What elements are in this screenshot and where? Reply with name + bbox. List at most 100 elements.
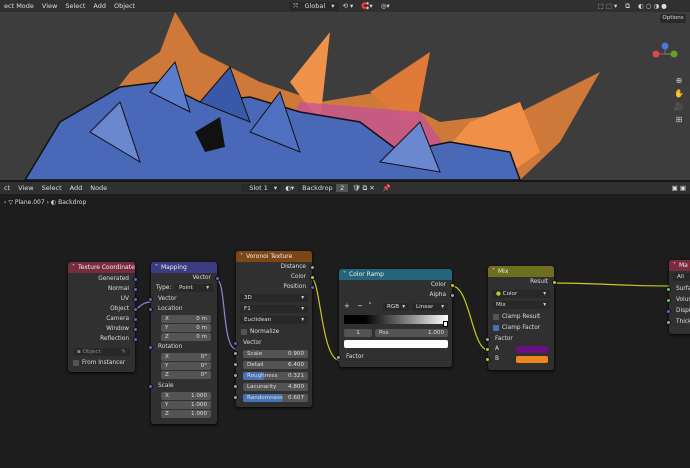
color-ramp-gradient[interactable] xyxy=(344,315,448,324)
interpolation-dropdown[interactable]: Linear ▾ xyxy=(412,303,448,311)
mapping-node[interactable]: ˅ Mapping Vector Type: Point ▾ Vector Lo… xyxy=(148,262,220,424)
menu-view[interactable]: View xyxy=(38,2,61,10)
checkbox-box[interactable] xyxy=(241,328,247,335)
socket[interactable] xyxy=(148,307,153,312)
randomness-field[interactable]: Randomness 0.607 xyxy=(243,394,308,402)
socket[interactable] xyxy=(133,307,138,312)
socket[interactable] xyxy=(666,298,671,303)
3d-viewport[interactable]: Options ⊕ ✋ 🎥 ⊞ xyxy=(0,12,690,180)
node-editor-canvas[interactable]: › ▽ Plane.007 › ◐ Backdrop ˅ Texture Coo… xyxy=(0,194,690,468)
socket[interactable] xyxy=(148,345,153,350)
voronoi-texture-node[interactable]: ˅ Voronoi Texture Distance Color Positio… xyxy=(233,251,315,407)
stop-index[interactable]: 1 xyxy=(344,329,372,337)
menu-select[interactable]: Select xyxy=(61,2,89,10)
navigation-gizmo[interactable] xyxy=(652,42,678,72)
socket[interactable] xyxy=(233,395,238,400)
socket[interactable] xyxy=(148,297,153,302)
blend-mode-dropdown[interactable]: Mix ▾ xyxy=(492,301,550,309)
socket[interactable] xyxy=(233,373,238,378)
from-instancer-checkbox[interactable]: From Instancer xyxy=(68,359,135,368)
slot-dropdown[interactable]: Slot 1 ▾ xyxy=(241,184,282,192)
location-x[interactable]: X0 m xyxy=(161,315,211,323)
metric-dropdown[interactable]: Euclidean ▾ xyxy=(240,316,308,324)
feature-dropdown[interactable]: F1 ▾ xyxy=(240,305,308,313)
socket[interactable] xyxy=(233,362,238,367)
stop-color-swatch[interactable] xyxy=(344,340,448,348)
editor-type[interactable]: ct xyxy=(0,184,14,192)
menu-select[interactable]: Select xyxy=(38,184,66,192)
menu-object[interactable]: Object xyxy=(110,2,139,10)
socket[interactable] xyxy=(450,293,455,298)
ramp-stop-handle[interactable] xyxy=(443,321,448,327)
socket[interactable] xyxy=(485,357,490,362)
viewport-nav-icons[interactable]: ⊕ ✋ 🎥 ⊞ xyxy=(673,74,685,126)
material-output-node[interactable]: ˅ Ma All Surfac Volum Displa Thickn xyxy=(666,260,690,334)
color-a-swatch[interactable] xyxy=(516,346,548,353)
target-dropdown[interactable]: All xyxy=(673,273,690,281)
socket[interactable] xyxy=(233,384,238,389)
proportional-icon[interactable]: ◎▾ xyxy=(377,2,394,10)
socket[interactable] xyxy=(552,280,557,285)
socket[interactable] xyxy=(233,341,238,346)
menu-add[interactable]: Add xyxy=(89,2,110,10)
remove-stop-button[interactable]: − xyxy=(357,302,363,310)
color-b-swatch[interactable] xyxy=(516,356,548,363)
checkbox-box[interactable] xyxy=(493,313,499,320)
chevron-down-icon[interactable]: ˅ xyxy=(368,302,372,310)
socket[interactable] xyxy=(148,384,153,389)
shading-icons[interactable]: ◐ ○ ◑ ● xyxy=(634,2,671,10)
eyedropper-icon[interactable]: ✎ xyxy=(121,348,126,356)
xray-icon[interactable]: ⧉ xyxy=(621,2,634,11)
socket[interactable] xyxy=(133,337,138,342)
lacunarity-field[interactable]: Lacunarity 4.800 xyxy=(243,383,308,391)
overlay-icons[interactable]: ⬚ ⬚ ▾ xyxy=(594,2,622,10)
checkbox-box[interactable] xyxy=(73,359,79,366)
color-ramp-node[interactable]: ˅ Color Ramp Color Alpha + − ˅ RGB ▾ Line… xyxy=(336,269,455,367)
socket[interactable] xyxy=(133,297,138,302)
checkbox-box-checked[interactable] xyxy=(493,324,499,331)
user-count[interactable]: 2 xyxy=(336,184,349,192)
socket[interactable] xyxy=(336,355,341,360)
menu-view[interactable]: View xyxy=(14,184,37,192)
socket[interactable] xyxy=(310,285,315,290)
mode-selector[interactable]: ect Mode xyxy=(0,2,38,10)
socket[interactable] xyxy=(485,347,490,352)
menu-node[interactable]: Node xyxy=(86,184,111,192)
socket[interactable] xyxy=(215,276,220,281)
fake-user-icon[interactable]: 🛡 ⧉ ✕ xyxy=(348,184,378,193)
rotation-z[interactable]: Z 0° xyxy=(161,371,211,379)
data-type-dropdown[interactable]: ● Color ▾ xyxy=(492,290,550,298)
toggle-icons[interactable]: ▣ ▣ xyxy=(668,184,690,192)
orientation-dropdown[interactable]: ⤧ Global ▾ xyxy=(289,1,339,11)
rotation-x[interactable]: X 0° xyxy=(161,353,211,361)
dimension-dropdown[interactable]: 3D ▾ xyxy=(240,294,308,302)
socket[interactable] xyxy=(133,327,138,332)
options-button[interactable]: Options xyxy=(660,14,686,23)
scale-y[interactable]: Y 1.000 xyxy=(161,401,211,409)
texture-coordinate-node[interactable]: ˅ Texture Coordinate Generated Normal UV… xyxy=(68,262,138,372)
clamp-factor-checkbox[interactable]: Clamp Factor xyxy=(488,324,554,333)
clamp-result-checkbox[interactable]: Clamp Result xyxy=(488,313,554,322)
socket[interactable] xyxy=(666,287,671,292)
socket[interactable] xyxy=(310,275,315,280)
menu-add[interactable]: Add xyxy=(66,184,87,192)
socket[interactable] xyxy=(133,277,138,282)
detail-field[interactable]: Detail 6.400 xyxy=(243,361,308,369)
mix-node[interactable]: ˅ Mix Result ● Color ▾ Mix ▾ Clamp Result … xyxy=(485,266,557,370)
pivot-icon[interactable]: ⟲ ▾ xyxy=(339,2,358,10)
scale-z[interactable]: Z 1.000 xyxy=(161,410,211,418)
snap-icon[interactable]: 🧲▾ xyxy=(357,2,376,10)
socket[interactable] xyxy=(450,283,455,288)
location-z[interactable]: Z0 m xyxy=(161,333,211,341)
scale-x[interactable]: X 1.000 xyxy=(161,392,211,400)
pin-icon[interactable]: 📌 xyxy=(379,184,395,192)
socket[interactable] xyxy=(666,309,671,314)
socket[interactable] xyxy=(310,265,315,270)
material-name[interactable]: Backdrop xyxy=(298,184,337,192)
material-browse-icon[interactable]: ◐▾ xyxy=(281,184,298,192)
socket[interactable] xyxy=(133,287,138,292)
normalize-checkbox[interactable]: Normalize xyxy=(236,328,312,337)
add-stop-button[interactable]: + xyxy=(344,302,350,310)
location-y[interactable]: Y0 m xyxy=(161,324,211,332)
object-field[interactable]: ▪ Object ✎ xyxy=(73,348,130,356)
